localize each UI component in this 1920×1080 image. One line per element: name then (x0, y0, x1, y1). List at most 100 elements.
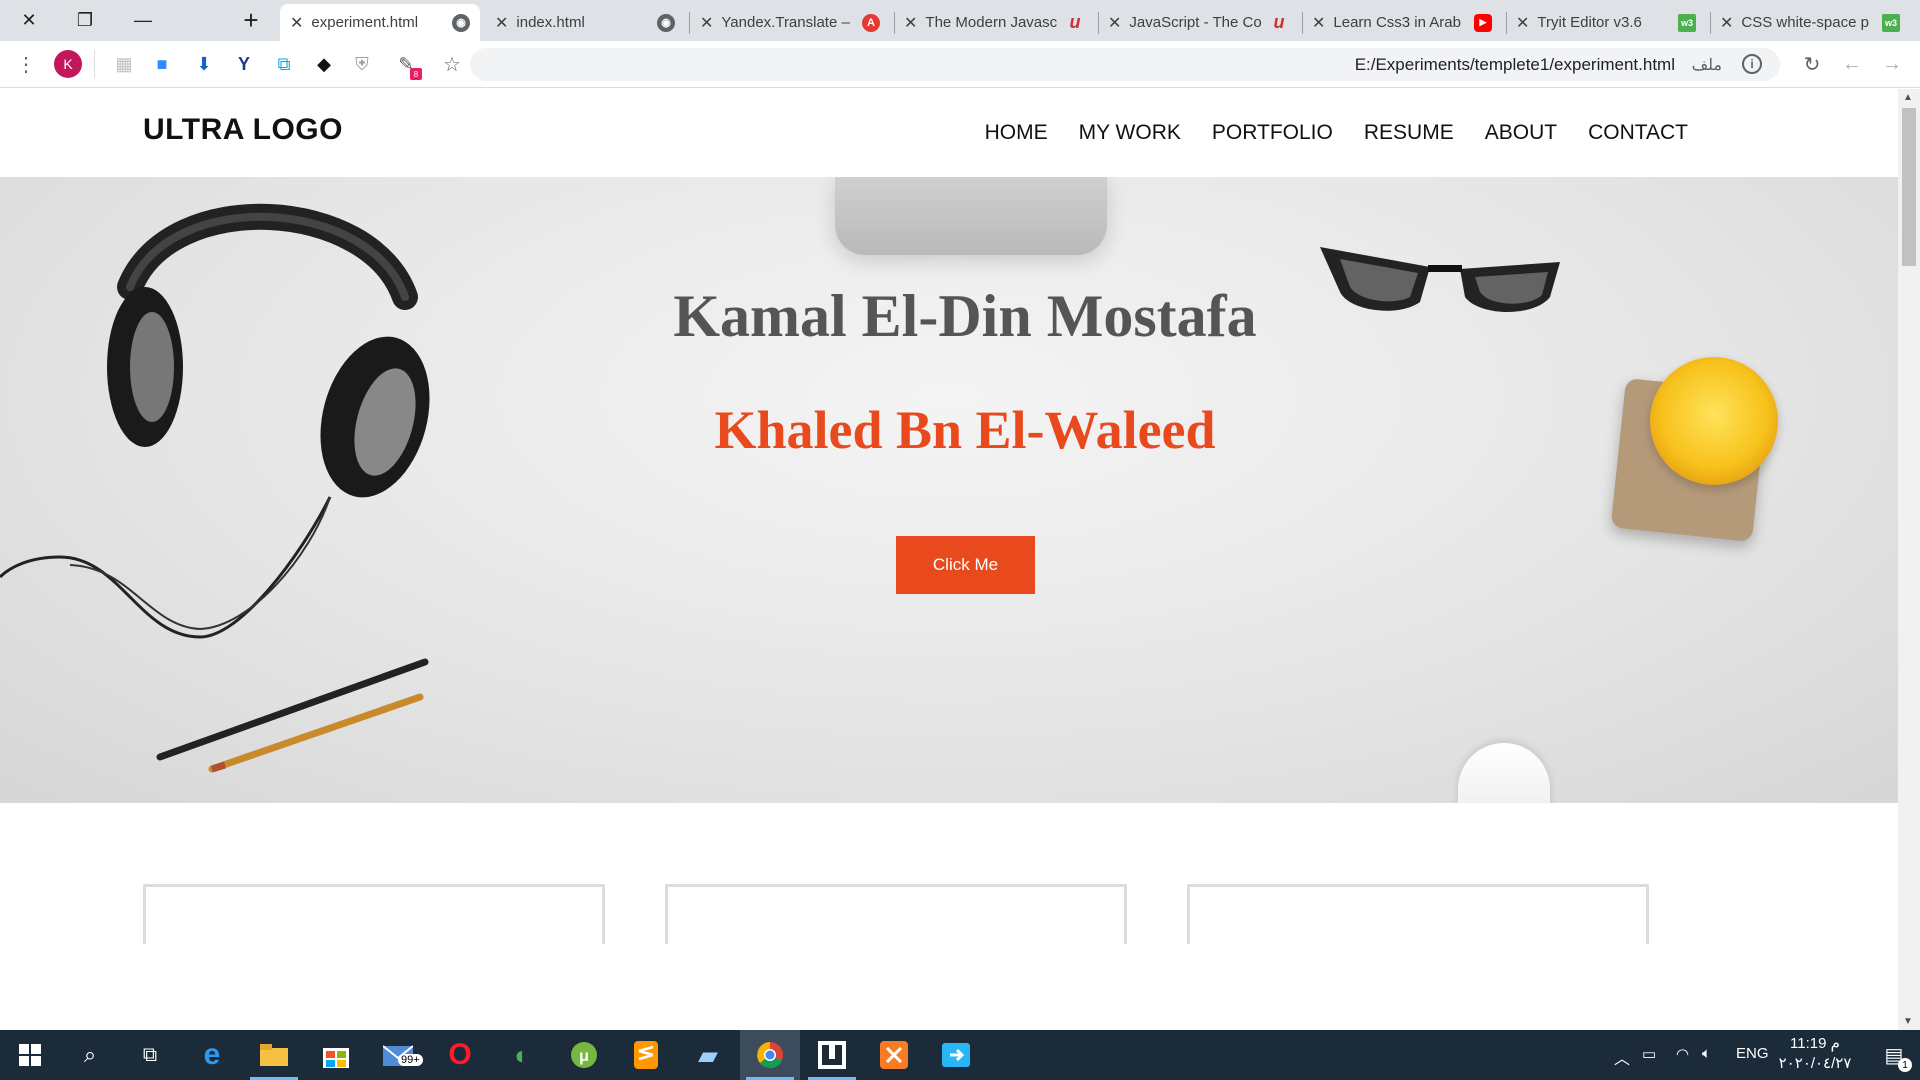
tab-modern-javascript[interactable]: ✕ The Modern Javasc u (894, 4, 1094, 41)
youtube-icon: ▶ (1474, 13, 1492, 32)
download-extension-icon[interactable]: ⬇ (190, 50, 218, 78)
page-scrollbar[interactable]: ▲ ▼ (1898, 89, 1920, 1030)
opera-icon[interactable]: O (430, 1030, 490, 1080)
tab-learn-css3[interactable]: ✕ Learn Css3 in Arab ▶ (1302, 4, 1502, 41)
tab-tryit-editor[interactable]: ✕ Tryit Editor v3.6 w3 (1506, 4, 1706, 41)
zoom-extension-icon[interactable]: ■ (148, 50, 176, 78)
tab-title: index.html (516, 14, 585, 31)
show-hidden-icons-chevron-icon[interactable]: ︿ (1614, 1045, 1630, 1069)
url-text: E:/Experiments/templete1/experiment.html (1354, 55, 1675, 74)
bracket-app-icon[interactable] (802, 1030, 862, 1080)
tab-title: JavaScript - The Co (1129, 14, 1262, 31)
info-icon[interactable]: i (1742, 54, 1762, 74)
tab-css-white-space[interactable]: ✕ CSS white-space p w3 (1710, 4, 1910, 41)
main-nav: HOME MY WORK PORTFOLIO RESUME ABOUT CONT… (985, 121, 1688, 145)
profile-avatar[interactable]: K (54, 50, 82, 78)
notification-count: 1 (1898, 1058, 1912, 1072)
nav-about[interactable]: ABOUT (1485, 121, 1557, 145)
screen-share-icon[interactable] (926, 1030, 986, 1080)
site-header: ULTRA LOGO HOME MY WORK PORTFOLIO RESUME… (0, 89, 1898, 177)
clock-time: 11:19 م (1790, 1035, 1840, 1052)
w3schools-icon: w3 (1678, 13, 1696, 32)
eyedropper-extension-icon[interactable]: ✎ 8 (392, 50, 422, 80)
browser-toolbar: ⋮ K ▦ ■ ⬇ Y ⧉ ◆ ⛨ ✎ 8 ☆ E:/Experiments/t… (0, 41, 1920, 88)
mouse-image (1458, 743, 1550, 803)
extension-blank-icon[interactable]: ▦ (110, 50, 138, 78)
fish-extension-icon[interactable]: ◆ (310, 50, 338, 78)
tab-close-icon[interactable]: ✕ (1720, 13, 1733, 33)
mail-icon[interactable]: 99+ (368, 1030, 428, 1080)
tab-title: CSS white-space p (1741, 14, 1869, 31)
notifications-icon[interactable]: ▤ 1 (1864, 1030, 1920, 1080)
nav-portfolio[interactable]: PORTFOLIO (1212, 121, 1333, 145)
tab-close-icon[interactable]: ✕ (700, 13, 713, 33)
monitor-stand-image (835, 177, 1107, 255)
nav-contact[interactable]: CONTACT (1588, 121, 1688, 145)
utorrent-icon[interactable]: μ (554, 1030, 614, 1080)
tab-experiment[interactable]: ✕ experiment.html ◉ (280, 4, 480, 41)
globe-icon: ◉ (657, 13, 675, 32)
tab-close-icon[interactable]: ✕ (290, 13, 303, 33)
task-view-icon[interactable]: ⧉ (120, 1030, 180, 1080)
work-card[interactable] (143, 884, 605, 944)
chrome-icon[interactable] (740, 1030, 800, 1080)
notepad-icon[interactable]: ▰ (678, 1030, 738, 1080)
system-clock[interactable]: 11:19 م ٢٠٢٠/٠٤/٢٧ (1770, 1034, 1860, 1074)
nav-home[interactable]: HOME (985, 121, 1048, 145)
back-arrow-icon[interactable]: ← (1838, 50, 1866, 78)
tab-javascript-course[interactable]: ✕ JavaScript - The Co u (1098, 4, 1298, 41)
volume-icon[interactable]: 🔈︎ (1702, 1045, 1711, 1062)
tab-close-icon[interactable]: ✕ (495, 13, 508, 33)
extension-badge: 8 (410, 68, 422, 80)
restore-window-icon[interactable]: ❐ (56, 0, 114, 41)
yandex-translate-icon: A (862, 13, 880, 32)
tab-strip: ✕ ❐ — + ✕ experiment.html ◉ ✕ index.html… (0, 0, 1920, 41)
nav-resume[interactable]: RESUME (1364, 121, 1454, 145)
store-icon[interactable] (306, 1030, 366, 1080)
tab-close-icon[interactable]: ✕ (1108, 13, 1121, 33)
work-card[interactable] (1187, 884, 1649, 944)
pencils-image (156, 658, 429, 773)
address-bar[interactable]: E:/Experiments/templete1/experiment.html… (470, 48, 1780, 81)
windows-taskbar: ⌕ ⧉ e 99+ O ◐ μ ▰ ︿ ▭ ◠ 🔈︎ ENG 11:19 م ٢… (0, 1030, 1920, 1080)
close-window-icon[interactable]: ✕ (0, 0, 58, 41)
hero-subtitle: Khaled Bn El-Waleed (714, 400, 1216, 460)
work-card[interactable] (665, 884, 1127, 944)
sublime-text-icon[interactable] (616, 1030, 676, 1080)
forward-arrow-icon[interactable]: → (1878, 50, 1906, 78)
new-tab-icon[interactable]: + (222, 0, 280, 41)
tab-close-icon[interactable]: ✕ (1312, 13, 1325, 33)
language-indicator[interactable]: ENG (1736, 1045, 1769, 1062)
tab-title: Tryit Editor v3.6 (1537, 14, 1642, 31)
shield-extension-icon[interactable]: ⛨ (348, 50, 376, 78)
search-icon[interactable]: ⌕ (60, 1030, 120, 1080)
menu-kebab-icon[interactable]: ⋮ (12, 50, 40, 78)
mail-badge: 99+ (398, 1054, 423, 1066)
tab-title: The Modern Javasc (925, 14, 1058, 31)
tab-index[interactable]: ✕ index.html ◉ (485, 4, 685, 41)
tab-close-icon[interactable]: ✕ (1516, 13, 1529, 33)
file-explorer-icon[interactable] (244, 1030, 304, 1080)
battery-icon[interactable]: ▭ (1642, 1045, 1656, 1063)
scroll-up-arrow-icon[interactable]: ▲ (1903, 92, 1913, 103)
windows-start-icon[interactable] (0, 1030, 60, 1080)
scroll-down-arrow-icon[interactable]: ▼ (1903, 1016, 1913, 1027)
bookmark-star-icon[interactable]: ☆ (438, 50, 466, 78)
yoast-extension-icon[interactable]: Y (230, 50, 258, 78)
tab-yandex[interactable]: ✕ Yandex.Translate – A (690, 4, 890, 41)
tab-title: experiment.html (311, 14, 419, 31)
nav-my-work[interactable]: MY WORK (1079, 121, 1181, 145)
minimize-window-icon[interactable]: — (114, 0, 172, 41)
scroll-thumb[interactable] (1902, 108, 1916, 266)
idm-icon[interactable]: ◐ (492, 1030, 552, 1080)
edge-icon[interactable]: e (182, 1030, 242, 1080)
translate-extension-icon[interactable]: ⧉ (270, 50, 298, 78)
site-logo[interactable]: ULTRA LOGO (143, 113, 343, 147)
xampp-icon[interactable] (864, 1030, 924, 1080)
tab-close-icon[interactable]: ✕ (904, 13, 917, 33)
wifi-icon[interactable]: ◠ (1676, 1045, 1689, 1063)
w3schools-icon: w3 (1882, 13, 1900, 32)
tab-title: Learn Css3 in Arab (1333, 14, 1461, 31)
reload-icon[interactable]: ↻ (1798, 50, 1826, 78)
click-me-button[interactable]: Click Me (896, 536, 1035, 594)
